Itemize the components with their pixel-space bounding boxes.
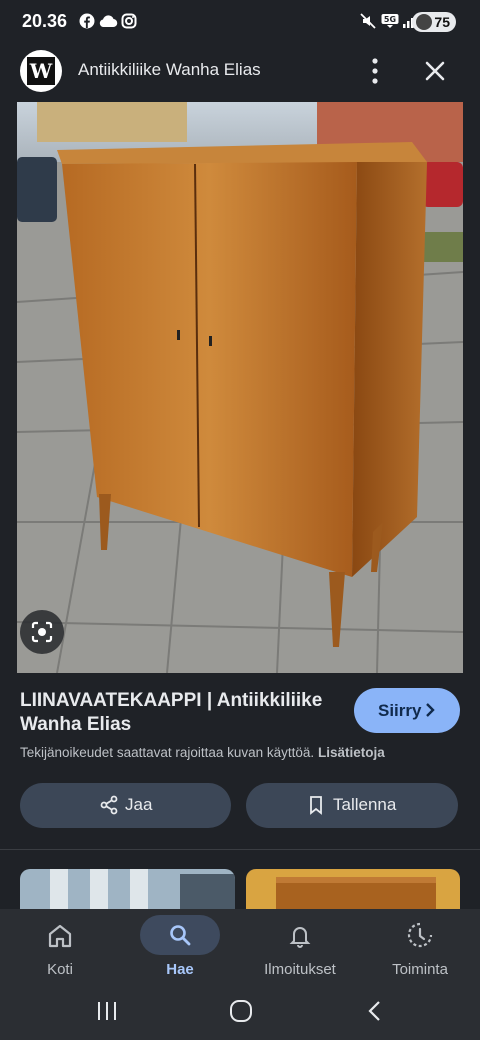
battery-icon: [416, 14, 433, 30]
recents-icon[interactable]: [92, 999, 122, 1023]
close-icon[interactable]: [420, 56, 450, 86]
bell-icon: [289, 927, 311, 948]
facebook-icon: [79, 13, 95, 29]
visit-button[interactable]: Siirry: [354, 688, 460, 733]
instagram-icon: [121, 13, 137, 29]
copyright-text: Tekijänoikeudet saattavat rajoittaa kuva…: [20, 745, 315, 760]
share-label: Jaa: [125, 795, 153, 814]
cabinet-photo: [17, 102, 463, 673]
site-logo-letter: W: [27, 57, 55, 85]
status-time: 20.36: [22, 11, 68, 31]
related-image-1-graphic: [20, 869, 235, 909]
activity-icon: [407, 922, 433, 948]
cloud-icon: [99, 15, 118, 28]
mute-icon: [360, 13, 376, 29]
bottom-nav: Koti Hae Ilmoitukset Toiminta: [0, 909, 480, 989]
system-nav-bar: [0, 989, 480, 1040]
nav-item-search[interactable]: Hae: [120, 909, 240, 989]
save-button[interactable]: Tallenna: [246, 783, 458, 828]
home-icon: [48, 924, 72, 948]
battery-level: 75: [434, 14, 450, 30]
nav-item-notifications[interactable]: Ilmoitukset: [240, 909, 360, 989]
nav-item-home[interactable]: Koti: [0, 909, 120, 989]
nav-label-home: Koti: [47, 961, 73, 978]
more-vert-icon[interactable]: [362, 54, 388, 88]
bookmark-icon: [310, 796, 322, 815]
related-image-2[interactable]: [246, 869, 460, 909]
back-icon[interactable]: [360, 999, 390, 1023]
app-header: W Antiikkiliike Wanha Elias: [0, 44, 480, 100]
search-icon: [170, 925, 191, 946]
copyright-notice: Tekijänoikeudet saattavat rajoittaa kuva…: [20, 745, 385, 760]
nav-label-notifications: Ilmoitukset: [264, 961, 336, 978]
chevron-right-icon: [426, 703, 435, 717]
site-title: Antiikkiliike Wanha Elias: [78, 60, 261, 79]
battery-indicator: 75: [412, 12, 456, 32]
status-bar: 20.36 5G 75: [0, 0, 480, 44]
visit-label: Siirry: [378, 701, 422, 720]
nav-label-search: Hae: [166, 961, 194, 978]
lens-button[interactable]: [20, 610, 64, 654]
more-info-link[interactable]: Lisätietoja: [318, 745, 385, 760]
nav-label-activity: Toiminta: [392, 961, 448, 978]
divider: [0, 849, 480, 850]
result-title[interactable]: LIINAVAATEKAAPPI | Antiikkiliike Wanha E…: [20, 689, 340, 737]
lens-icon: [31, 621, 53, 643]
save-label: Tallenna: [333, 795, 397, 814]
site-logo[interactable]: W: [20, 50, 62, 92]
related-image-1[interactable]: [20, 869, 235, 909]
home-key-icon[interactable]: [226, 999, 256, 1023]
related-image-2-graphic: [246, 869, 460, 909]
share-icon: [100, 795, 118, 815]
nav-item-activity[interactable]: Toiminta: [360, 909, 480, 989]
5g-icon: 5G: [381, 14, 399, 28]
svg-text:5G: 5G: [384, 15, 396, 24]
share-button[interactable]: Jaa: [20, 783, 231, 828]
product-image[interactable]: [17, 102, 463, 673]
